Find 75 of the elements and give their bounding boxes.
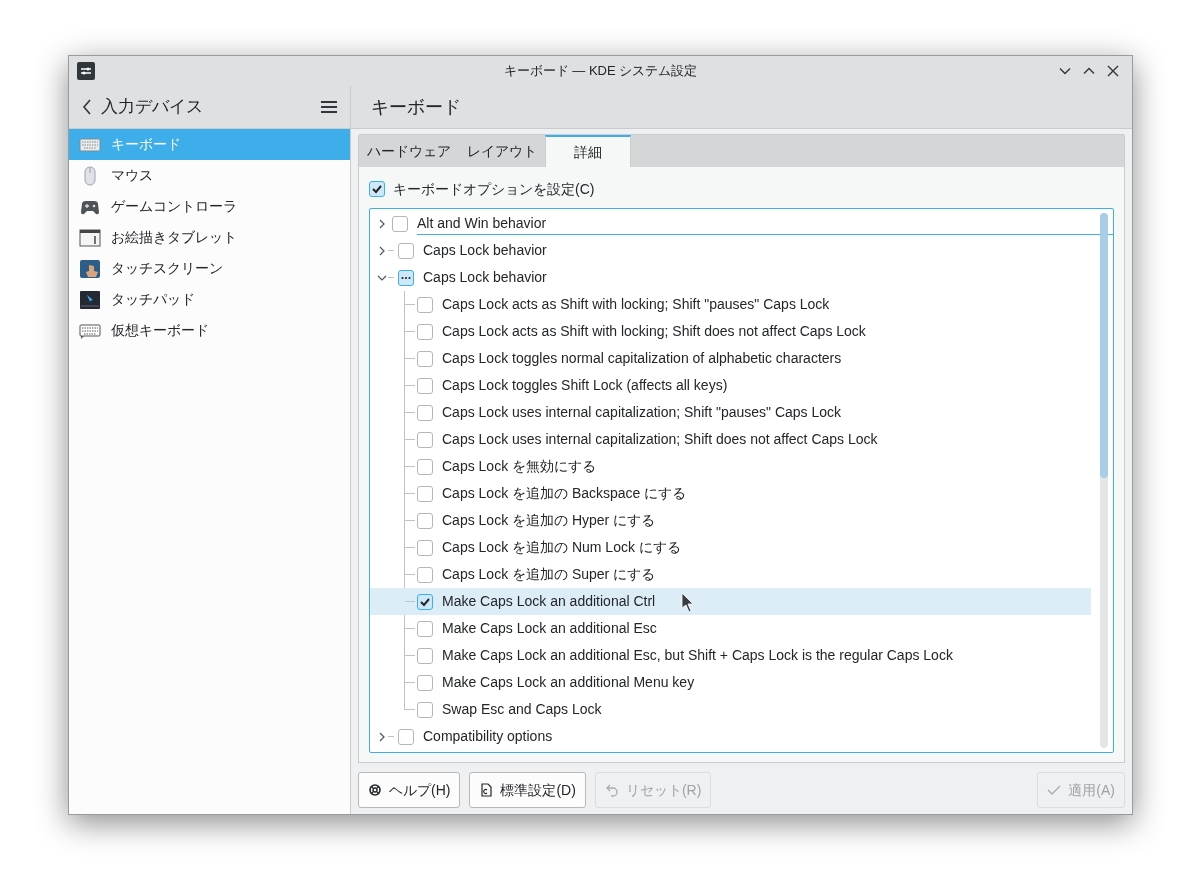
option-label: Compatibility options <box>423 727 553 746</box>
checkbox[interactable] <box>392 215 408 232</box>
sidebar-item[interactable]: タッチパッド <box>69 284 350 315</box>
scrollbar-thumb[interactable] <box>1100 213 1108 478</box>
dialog-button[interactable]: ヘルプ(H) <box>358 772 461 808</box>
checkbox[interactable] <box>417 647 433 664</box>
tab[interactable]: 詳細 <box>545 135 631 168</box>
touchscreen-icon <box>79 257 101 280</box>
checkbox[interactable] <box>417 566 433 583</box>
checkbox[interactable] <box>398 242 414 259</box>
app-icon <box>77 62 95 80</box>
checkbox[interactable] <box>417 701 433 718</box>
checkbox[interactable] <box>417 404 433 421</box>
checkbox[interactable] <box>417 296 433 313</box>
checkbox[interactable] <box>417 458 433 475</box>
page-title: キーボード <box>371 95 461 119</box>
tree-item[interactable]: Compatibility options <box>370 723 1113 750</box>
option-row[interactable]: Make Caps Lock an additional Esc, but Shift + Caps Lock is the regular Caps Lock <box>370 642 1113 669</box>
option-row[interactable]: Caps Lock acts as Shift with locking; Shift "pauses" Caps Lock <box>370 291 1113 318</box>
option-row[interactable]: Make Caps Lock an additional Menu key <box>370 669 1113 696</box>
checkbox[interactable] <box>417 377 433 394</box>
tree-item[interactable]: Caps Lock behavior <box>370 237 1113 264</box>
checkbox[interactable] <box>417 539 433 556</box>
sidebar-item[interactable]: 仮想キーボード <box>69 315 350 346</box>
sidebar-title: 入力デバイス <box>101 96 203 119</box>
menu-icon[interactable] <box>320 100 338 114</box>
checkmark-icon <box>371 183 383 195</box>
mouse-pointer-icon <box>681 592 695 612</box>
option-row[interactable]: Caps Lock を追加の Backspace にする <box>370 480 1113 507</box>
dots-icon <box>400 275 412 280</box>
sidebar-item[interactable]: ゲームコントローラ <box>69 191 350 222</box>
tab[interactable]: ハードウェア <box>359 135 459 167</box>
option-row[interactable]: Caps Lock uses internal capitalization; Shift does not affect Caps Lock <box>370 426 1113 453</box>
option-row[interactable]: Make Caps Lock an additional Esc <box>370 615 1113 642</box>
tree-item[interactable]: Caps Lock behavior <box>370 264 1113 291</box>
dialog-button[interactable]: 標準設定(D) <box>469 772 586 808</box>
option-row[interactable]: Caps Lock toggles Shift Lock (affects all keys) <box>370 372 1113 399</box>
dialog-button: 適用(A) <box>1037 772 1125 808</box>
option-row[interactable]: Swap Esc and Caps Lock <box>370 696 1113 723</box>
scrollbar-track[interactable] <box>1100 213 1108 748</box>
checkbox[interactable] <box>417 674 433 691</box>
option-row[interactable]: Caps Lock acts as Shift with locking; Shift does not affect Caps Lock <box>370 318 1113 345</box>
sidebar-item[interactable]: タッチスクリーン <box>69 253 350 284</box>
close-icon[interactable] <box>1106 64 1120 78</box>
option-row[interactable]: Caps Lock を追加の Super にする <box>370 561 1113 588</box>
option-row[interactable]: Make Caps Lock an additional Ctrl <box>370 588 1091 615</box>
document-icon <box>479 783 494 797</box>
option-label: Caps Lock behavior <box>423 268 547 287</box>
option-row[interactable]: Caps Lock を追加の Num Lock にする <box>370 534 1113 561</box>
undo-icon <box>604 783 619 797</box>
checkbox[interactable] <box>417 512 433 529</box>
checkbox[interactable] <box>417 593 433 610</box>
option-row[interactable]: Caps Lock を無効にする <box>370 453 1113 480</box>
checkbox[interactable] <box>417 620 433 637</box>
option-row[interactable]: Caps Lock を追加の Hyper にする <box>370 507 1113 534</box>
option-label: Caps Lock behavior <box>423 241 547 260</box>
tablet-icon <box>79 226 101 249</box>
checkbox[interactable] <box>398 269 414 286</box>
checkbox[interactable] <box>398 728 414 745</box>
touchpad-icon <box>79 288 101 311</box>
tab[interactable]: レイアウト <box>459 135 545 167</box>
option-row[interactable]: Caps Lock uses internal capitalization; Shift "pauses" Caps Lock <box>370 399 1113 426</box>
configure-options-checkbox[interactable]: キーボードオプションを設定(C) <box>369 179 595 199</box>
option-row[interactable]: Caps Lock toggles normal capitalization of alphabetic characters <box>370 345 1113 372</box>
window-title: キーボード — KDE システム設定 <box>503 62 698 81</box>
checkmark-icon <box>1047 783 1062 797</box>
checkbox[interactable] <box>417 350 433 367</box>
checkbox[interactable] <box>417 485 433 502</box>
back-icon[interactable] <box>81 98 93 116</box>
sidebar-item[interactable]: マウス <box>69 160 350 191</box>
sidebar-item[interactable]: お絵描きタブレット <box>69 222 350 253</box>
checkbox[interactable] <box>417 431 433 448</box>
help-icon <box>368 783 382 797</box>
checkbox[interactable] <box>417 323 433 340</box>
dialog-button: リセット(R) <box>594 772 712 808</box>
